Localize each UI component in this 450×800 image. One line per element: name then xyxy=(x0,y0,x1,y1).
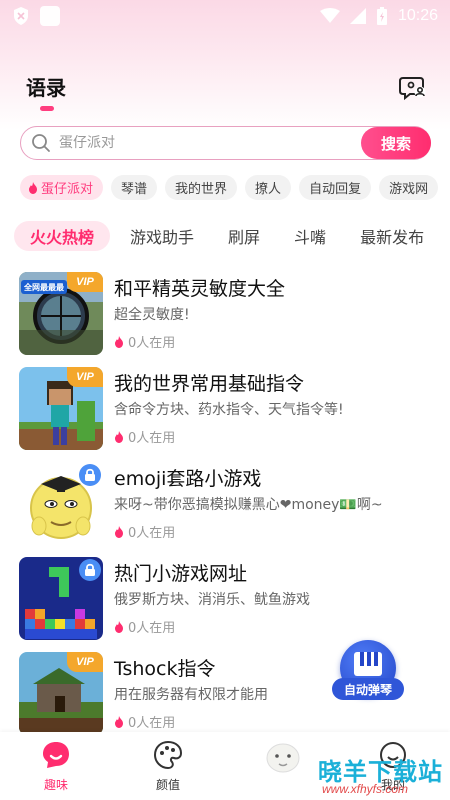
vip-badge: VIP xyxy=(67,367,103,387)
title-underline xyxy=(40,106,54,111)
list-item[interactable]: emoji套路小游戏 来呀~带你恶搞模拟赚黑心❤money💵啊~ 0人在用 xyxy=(0,460,450,548)
item-usage: 0人在用 xyxy=(114,617,175,636)
item-usage: 0人在用 xyxy=(114,332,175,351)
item-thumbnail xyxy=(19,557,103,640)
chat-user-icon[interactable] xyxy=(398,72,428,102)
auto-piano-button[interactable]: 自动弹琴 xyxy=(332,640,404,700)
item-description: 超全灵敏度! xyxy=(114,307,190,323)
tag-item[interactable]: 自动回复 xyxy=(299,175,372,200)
tag-item[interactable]: 游戏网 xyxy=(379,175,439,200)
usage-count: 0人在用 xyxy=(128,621,176,636)
flame-icon xyxy=(115,715,123,728)
item-description: 用在服务器有权限才能用 xyxy=(114,687,268,703)
flame-icon xyxy=(115,620,123,633)
item-usage: 0人在用 xyxy=(114,522,175,541)
nav-item-fun[interactable]: 趣味 xyxy=(21,740,91,793)
usage-count: 0人在用 xyxy=(128,431,176,446)
item-description: 来呀~带你恶搞模拟赚黑心❤money💵啊~ xyxy=(114,497,383,513)
list-item[interactable]: 全网最最最 VIP 和平精英灵敏度大全 超全灵敏度! 0人在用 xyxy=(0,270,450,358)
flame-icon xyxy=(115,525,123,538)
battery-icon xyxy=(376,7,387,25)
flame-icon xyxy=(29,181,37,194)
tag-item[interactable]: 琴谱 xyxy=(111,175,158,200)
tab-game-helper[interactable]: 游戏助手 xyxy=(116,221,208,251)
nav-label: 趣味 xyxy=(43,778,68,792)
shield-icon xyxy=(14,7,28,25)
tag-label: 琴谱 xyxy=(121,182,148,197)
notification-icon xyxy=(40,6,60,26)
tag-label: 自动回复 xyxy=(309,182,362,197)
item-description: 含命令方块、药水指令、天气指令等! xyxy=(114,402,344,418)
search-bar: 搜索 xyxy=(20,126,431,160)
nav-label: 颜值 xyxy=(155,778,180,792)
tag-item[interactable]: 蛋仔派对 xyxy=(20,175,104,200)
item-title: emoji套路小游戏 xyxy=(114,468,262,490)
tag-label: 蛋仔派对 xyxy=(41,182,94,197)
usage-count: 0人在用 xyxy=(128,716,176,731)
item-description: 俄罗斯方块、消消乐、鱿鱼游戏 xyxy=(114,592,310,608)
tag-label: 游戏网 xyxy=(389,182,429,197)
item-title: Tshock指令 xyxy=(114,658,216,680)
watermark-url: www.xfhyfs.com xyxy=(322,782,409,796)
tag-item[interactable]: 撩人 xyxy=(245,175,292,200)
item-thumbnail xyxy=(19,462,103,545)
vip-badge: VIP xyxy=(67,272,103,292)
palette-icon xyxy=(153,740,183,770)
chat-icon xyxy=(43,742,69,768)
search-button[interactable]: 搜索 xyxy=(361,127,431,159)
list-item[interactable]: VIP 我的世界常用基础指令 含命令方块、药水指令、天气指令等! 0人在用 xyxy=(0,365,450,453)
usage-count: 0人在用 xyxy=(128,526,176,541)
status-bar: 10:26 xyxy=(0,0,450,32)
item-usage: 0人在用 xyxy=(114,712,175,731)
page-title: 语录 xyxy=(26,76,66,100)
item-thumbnail: VIP xyxy=(19,367,103,450)
auto-piano-label: 自动弹琴 xyxy=(332,678,404,700)
hot-tags: 蛋仔派对 琴谱 我的世界 撩人 自动回复 游戏网 xyxy=(20,175,439,200)
item-title: 我的世界常用基础指令 xyxy=(114,373,305,395)
item-thumbnail: 全网最最最 VIP xyxy=(19,272,103,355)
tab-latest[interactable]: 最新发布 xyxy=(346,221,438,251)
signal-icon xyxy=(349,8,366,24)
item-title: 热门小游戏网址 xyxy=(114,563,248,585)
nav-item-looks[interactable]: 颜值 xyxy=(133,740,203,793)
flame-icon xyxy=(115,430,123,443)
search-input[interactable] xyxy=(59,135,361,151)
item-title: 和平精英灵敏度大全 xyxy=(114,278,286,300)
search-icon xyxy=(32,134,50,152)
vip-badge: VIP xyxy=(67,652,103,672)
flame-icon xyxy=(115,335,123,348)
tab-spam[interactable]: 刷屏 xyxy=(214,221,274,251)
item-usage: 0人在用 xyxy=(114,427,175,446)
list-item[interactable]: 热门小游戏网址 俄罗斯方块、消消乐、鱿鱼游戏 0人在用 xyxy=(0,555,450,643)
wifi-icon xyxy=(319,8,340,23)
tag-label: 我的世界 xyxy=(175,182,228,197)
status-time: 10:26 xyxy=(397,7,438,24)
page-header: 语录 xyxy=(0,64,450,114)
lock-icon xyxy=(79,559,101,581)
tag-label: 撩人 xyxy=(255,182,282,197)
tab-banter[interactable]: 斗嘴 xyxy=(280,221,340,251)
item-thumbnail: VIP xyxy=(19,652,103,735)
tag-item[interactable]: 我的世界 xyxy=(165,175,238,200)
usage-count: 0人在用 xyxy=(128,336,176,351)
site-watermark: 晓羊下载站 www.xfhyfs.com xyxy=(258,740,450,800)
lock-icon xyxy=(79,464,101,486)
category-tabs: 火火热榜 游戏助手 刷屏 斗嘴 最新发布 xyxy=(14,220,438,252)
tab-hot[interactable]: 火火热榜 xyxy=(14,221,111,251)
thumbnail-caption: 全网最最最 xyxy=(24,283,64,292)
